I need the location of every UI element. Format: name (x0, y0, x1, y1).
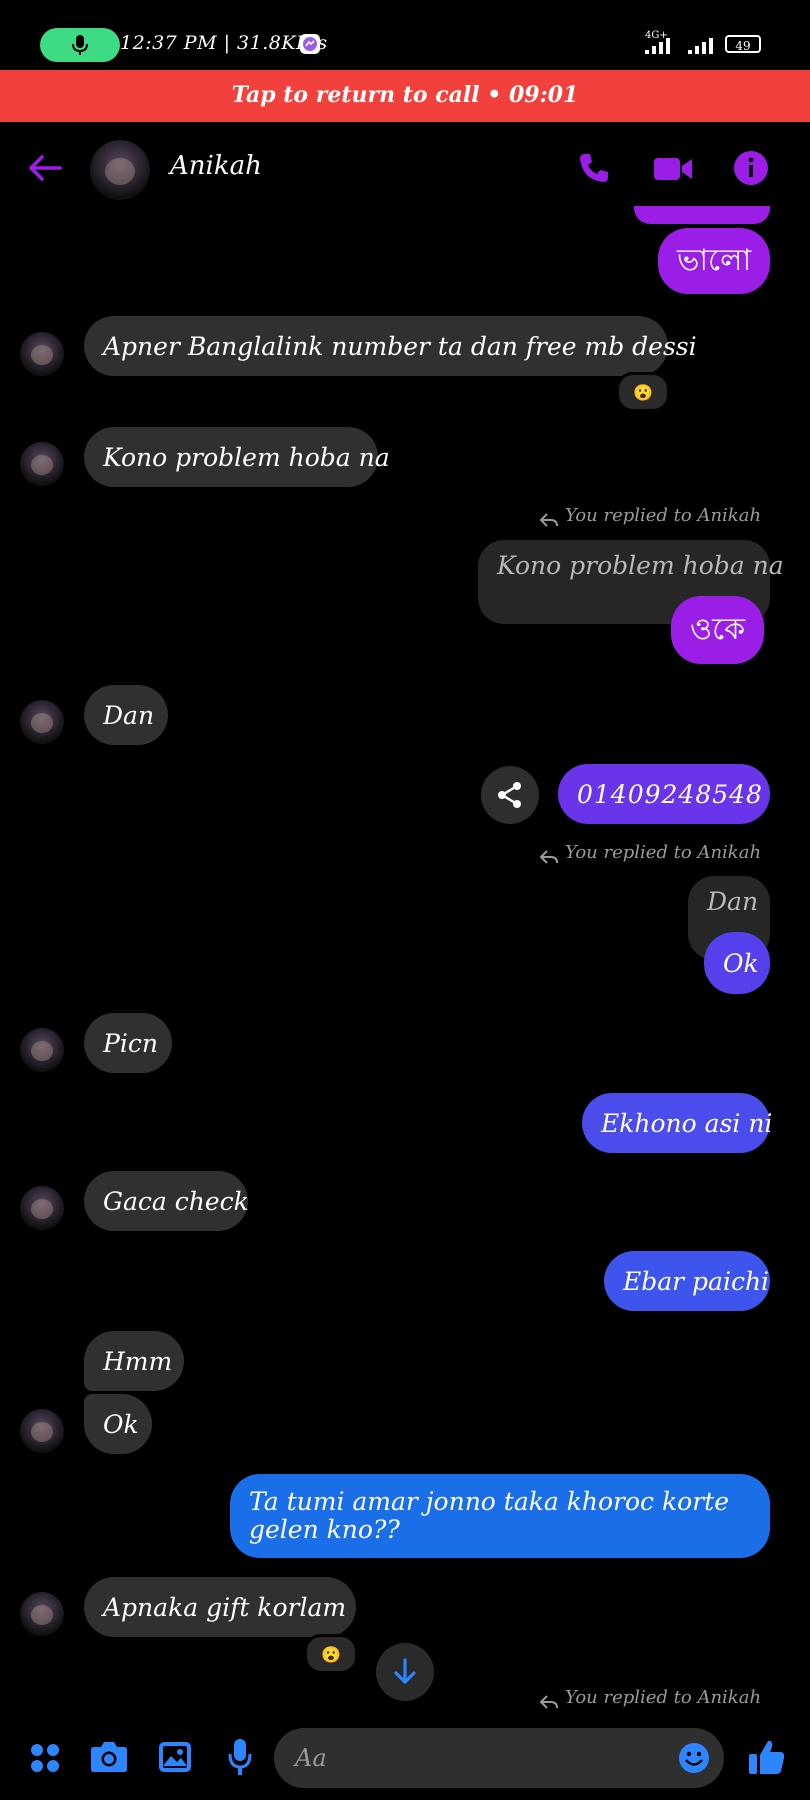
incoming-message[interactable]: Picn (84, 1013, 172, 1073)
signal-1-icon (645, 38, 670, 54)
video-call-icon[interactable] (654, 155, 694, 183)
sender-avatar (20, 1592, 64, 1636)
microphone-icon (72, 35, 88, 55)
signal-2-icon (688, 38, 713, 54)
thumbs-up-icon[interactable] (748, 1738, 786, 1776)
reply-icon (540, 1695, 558, 1709)
call-bar-label: Tap to return to call • 09:01 (231, 82, 579, 108)
status-time-speed: 12:37 PM | 31.8KB/s (120, 32, 328, 54)
sender-avatar (20, 442, 64, 486)
incoming-message[interactable]: Ok (84, 1394, 152, 1454)
info-icon[interactable] (734, 151, 768, 185)
call-mic-indicator[interactable] (40, 28, 120, 62)
incoming-message[interactable]: Hmm (84, 1331, 184, 1391)
reaction-badge[interactable]: 😮 (616, 372, 670, 412)
outgoing-message[interactable]: Ekhono asi ni (582, 1093, 772, 1153)
sender-avatar (20, 1186, 64, 1230)
message-input-placeholder: Aa (295, 1744, 327, 1772)
outgoing-message[interactable]: Ebar paichi (604, 1251, 770, 1311)
contact-avatar[interactable] (90, 140, 150, 200)
scroll-to-bottom-button[interactable] (376, 1643, 434, 1701)
incoming-message[interactable]: Gaca check (84, 1171, 249, 1231)
incoming-message[interactable]: Dan (84, 685, 168, 745)
incoming-message[interactable]: Apnaka gift korlam (84, 1577, 356, 1637)
voice-call-icon[interactable] (578, 152, 610, 184)
outgoing-message[interactable]: Ta tumi amar jonno taka khoroc korte gel… (230, 1474, 770, 1558)
emoji-icon[interactable] (678, 1742, 710, 1774)
arrow-down-icon (394, 1658, 416, 1684)
reaction-badge[interactable]: 😮 (304, 1634, 358, 1674)
outgoing-message[interactable]: Ok (704, 932, 770, 994)
partial-outgoing-bubble (634, 206, 770, 224)
share-icon (498, 782, 521, 808)
camera-icon[interactable] (90, 1741, 128, 1773)
return-to-call-bar[interactable]: Tap to return to call • 09:01 (0, 70, 810, 122)
status-bar: 12:37 PM | 31.8KB/s 4G+ 49 (0, 0, 810, 68)
back-arrow-icon[interactable] (28, 154, 62, 182)
contact-name[interactable]: Anikah (170, 151, 262, 181)
sender-avatar (20, 332, 64, 376)
sender-avatar (20, 700, 64, 744)
incoming-message[interactable]: Apner Banglalink number ta dan free mb d… (84, 316, 697, 376)
outgoing-message[interactable]: 01409248548 (558, 764, 770, 824)
voice-message-icon[interactable] (228, 1738, 252, 1776)
messenger-notification-icon (300, 34, 320, 54)
message-input[interactable] (274, 1728, 724, 1788)
outgoing-message[interactable]: ওকে (671, 596, 765, 664)
replied-label: You replied to Anikah (565, 842, 762, 863)
incoming-message[interactable]: Kono problem hoba na (84, 427, 390, 487)
battery-indicator: 49 (725, 35, 761, 53)
outgoing-message[interactable]: ভালো (658, 228, 771, 294)
share-button[interactable] (481, 766, 539, 824)
reply-icon (540, 513, 558, 527)
gallery-icon[interactable] (158, 1741, 192, 1773)
reply-icon (540, 850, 558, 864)
apps-menu-icon[interactable] (30, 1743, 60, 1773)
replied-label: You replied to Anikah (565, 505, 762, 526)
sender-avatar (20, 1028, 64, 1072)
sender-avatar (20, 1409, 64, 1453)
replied-label: You replied to Anikah (565, 1687, 762, 1708)
